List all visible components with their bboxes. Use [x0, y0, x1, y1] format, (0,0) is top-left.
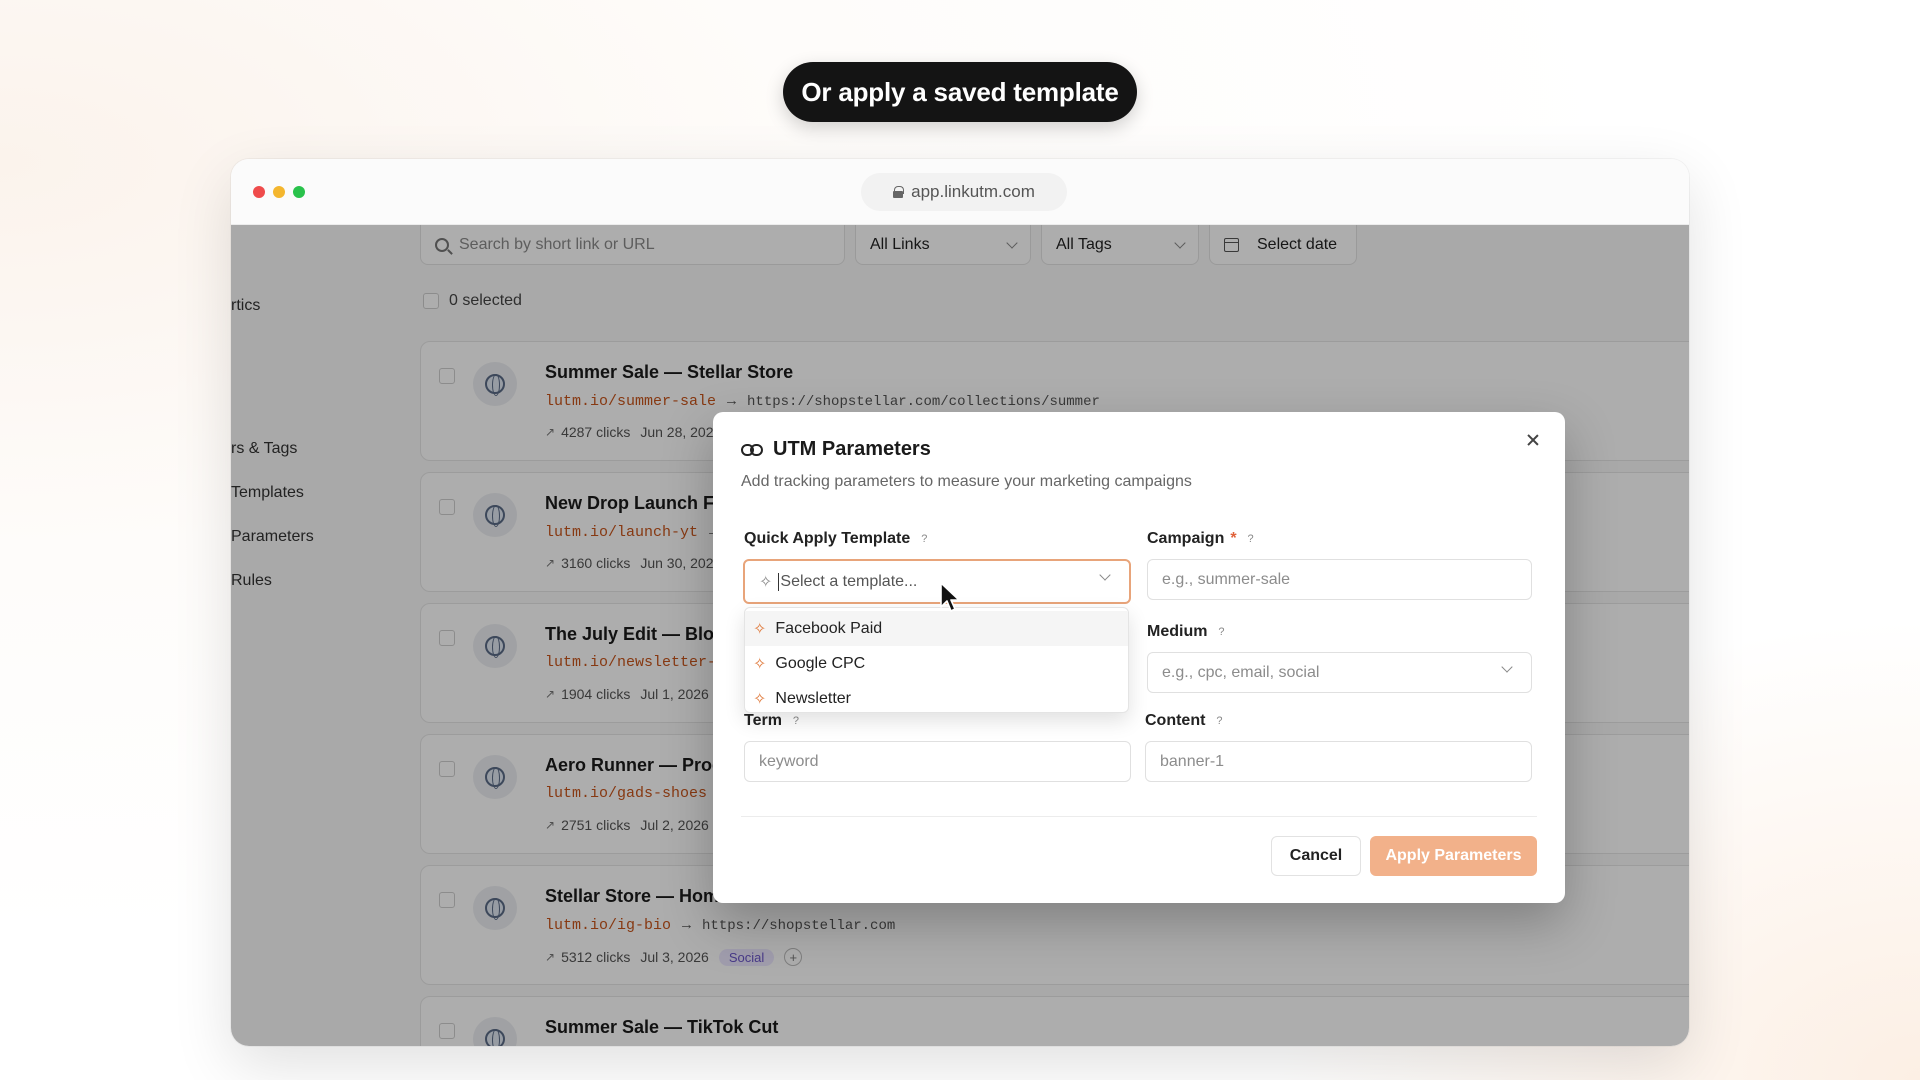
content-label: Content ? — [1145, 712, 1227, 730]
minimize-window-button[interactable] — [273, 186, 285, 198]
help-icon[interactable]: ? — [916, 531, 932, 547]
template-option[interactable]: ✧ Newsletter — [745, 681, 1128, 716]
content-label-text: Content — [1145, 712, 1206, 729]
required-mark: * — [1230, 530, 1237, 547]
medium-select[interactable]: e.g., cpc, email, social — [1147, 652, 1532, 693]
term-input[interactable]: keyword — [744, 741, 1131, 782]
campaign-input[interactable]: e.g., summer-sale — [1147, 559, 1532, 600]
campaign-label: Campaign * ? — [1147, 530, 1259, 548]
dialog-title: UTM Parameters — [741, 438, 931, 461]
term-placeholder: keyword — [759, 752, 819, 770]
dialog-subtitle: Add tracking parameters to measure your … — [741, 473, 1192, 490]
cancel-button[interactable]: Cancel — [1271, 836, 1361, 876]
content-input[interactable]: banner-1 — [1145, 741, 1532, 782]
template-placeholder: Select a template... — [780, 572, 918, 590]
link-icon — [741, 443, 763, 456]
url-text: app.linkutm.com — [911, 182, 1035, 201]
sparkle-icon: ✧ — [753, 620, 767, 638]
apply-parameters-button[interactable]: Apply Parameters — [1370, 836, 1537, 876]
caption-text: Or apply a saved template — [801, 76, 1119, 107]
help-icon[interactable]: ? — [1243, 531, 1259, 547]
template-option-label: Facebook Paid — [775, 619, 883, 637]
template-label: Quick Apply Template ? — [744, 530, 932, 548]
template-option[interactable]: ✧ Google CPC — [745, 646, 1128, 681]
help-icon[interactable]: ? — [1211, 713, 1227, 729]
footer-divider — [741, 816, 1537, 817]
template-option-label: Newsletter — [775, 689, 851, 707]
maximize-window-button[interactable] — [293, 186, 305, 198]
content-placeholder: banner-1 — [1160, 752, 1225, 770]
lock-icon — [893, 186, 905, 198]
template-option-label: Google CPC — [775, 654, 866, 672]
help-icon[interactable]: ? — [1213, 624, 1229, 640]
campaign-placeholder: e.g., summer-sale — [1162, 570, 1291, 588]
chevron-down-icon — [1099, 569, 1111, 581]
template-dropdown-menu: ✧ Facebook Paid ✧ Google CPC ✧ Newslette… — [744, 607, 1129, 713]
template-option[interactable]: ✧ Facebook Paid — [745, 611, 1128, 646]
template-label-text: Quick Apply Template — [744, 530, 911, 547]
chevron-down-icon — [1501, 661, 1513, 673]
sparkle-icon: ✧ — [759, 573, 773, 591]
medium-label: Medium ? — [1147, 623, 1229, 641]
text-caret — [778, 572, 780, 591]
template-select[interactable]: ✧ Select a template... — [743, 559, 1131, 604]
address-bar[interactable]: app.linkutm.com — [861, 173, 1067, 211]
medium-placeholder: e.g., cpc, email, social — [1162, 663, 1320, 681]
medium-label-text: Medium — [1147, 623, 1208, 640]
sparkle-icon: ✧ — [753, 690, 767, 708]
mouse-cursor-icon — [940, 582, 960, 612]
campaign-label-text: Campaign — [1147, 530, 1225, 547]
close-icon[interactable] — [1523, 430, 1543, 450]
utm-parameters-dialog: UTM Parameters Add tracking parameters t… — [713, 412, 1565, 903]
close-window-button[interactable] — [253, 186, 265, 198]
browser-titlebar: app.linkutm.com — [231, 159, 1689, 225]
window-controls — [253, 186, 305, 198]
caption-banner: Or apply a saved template — [783, 62, 1137, 122]
dialog-title-text: UTM Parameters — [773, 438, 931, 460]
sparkle-icon: ✧ — [753, 655, 767, 673]
